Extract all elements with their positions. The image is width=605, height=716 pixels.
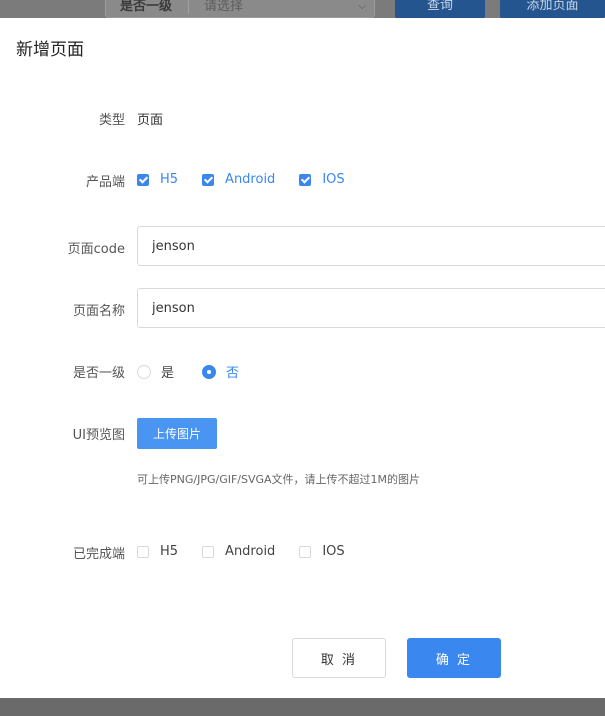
completed-ios-label: IOS [322, 544, 345, 559]
completed-platforms-label: 已完成端 [72, 547, 125, 562]
completed-android-label: Android [225, 544, 276, 559]
page-name-label: 页面名称 [72, 304, 125, 319]
add-page-dialog: 新增页面 类型 页面 产品端 H5 Android IOS 页面code 页面名… [0, 18, 605, 698]
platform-h5-label: H5 [160, 172, 179, 187]
checkbox-unchecked-icon[interactable] [299, 545, 312, 558]
platform-android-checkbox[interactable]: Android [202, 172, 275, 187]
checkbox-checked-icon[interactable] [137, 173, 149, 186]
platform-ios-checkbox[interactable]: IOS [299, 172, 345, 187]
checkbox-unchecked-icon[interactable] [202, 545, 215, 558]
background-filter-placeholder: 请选择 [204, 0, 244, 14]
background-filter-divider [188, 0, 189, 14]
type-value: 页面 [137, 113, 164, 128]
upload-hint: 可上传PNG/JPG/GIF/SVGA文件，请上传不超过1M的图片 [137, 473, 421, 486]
ui-preview-label: UI预览图 [72, 428, 125, 443]
is-top-level-no-label: 否 [226, 366, 240, 381]
is-top-level-radio-group: 是 否 [137, 362, 267, 381]
completed-ios-checkbox[interactable]: IOS [299, 544, 345, 559]
radio-checked-icon[interactable] [202, 364, 217, 379]
page-code-label: 页面code [67, 242, 125, 257]
is-top-level-label: 是否一级 [72, 366, 125, 381]
checkbox-checked-icon[interactable] [202, 173, 215, 186]
checkbox-checked-icon[interactable] [299, 173, 312, 186]
chevron-down-icon: ⌵ [358, 1, 366, 12]
background-filter-select: 是否一级 请选择 ⌵ [105, 0, 375, 18]
completed-h5-checkbox[interactable]: H5 [137, 544, 178, 559]
radio-unchecked-icon[interactable] [137, 364, 151, 379]
completed-h5-label: H5 [160, 544, 179, 559]
is-top-level-yes-label: 是 [161, 366, 175, 381]
platforms-label: 产品端 [85, 175, 125, 190]
background-bottom-strip [0, 698, 605, 716]
page-code-input[interactable] [137, 226, 605, 266]
platforms-checkbox-group: H5 Android IOS [137, 172, 369, 187]
background-toolbar: 是否一级 请选择 ⌵ 查询 添加页面 [0, 0, 605, 18]
upload-image-button[interactable]: 上传图片 [137, 418, 217, 449]
platform-android-label: Android [225, 172, 276, 187]
completed-platforms-checkbox-group: H5 Android IOS [137, 544, 369, 559]
is-top-level-no-radio[interactable]: 否 [202, 362, 239, 381]
page-name-input[interactable] [137, 288, 605, 328]
platform-h5-checkbox[interactable]: H5 [137, 172, 178, 187]
checkbox-unchecked-icon[interactable] [137, 545, 149, 558]
background-filter-label: 是否一级 [120, 0, 173, 14]
background-add-page-button: 添加页面 [500, 0, 605, 18]
is-top-level-yes-radio[interactable]: 是 [137, 362, 174, 381]
type-label: 类型 [98, 113, 125, 128]
confirm-button[interactable]: 确 定 [407, 638, 501, 678]
background-query-button: 查询 [395, 0, 485, 18]
platform-ios-label: IOS [322, 172, 345, 187]
dialog-title: 新增页面 [16, 40, 84, 60]
completed-android-checkbox[interactable]: Android [202, 544, 275, 559]
cancel-button[interactable]: 取 消 [292, 638, 386, 678]
